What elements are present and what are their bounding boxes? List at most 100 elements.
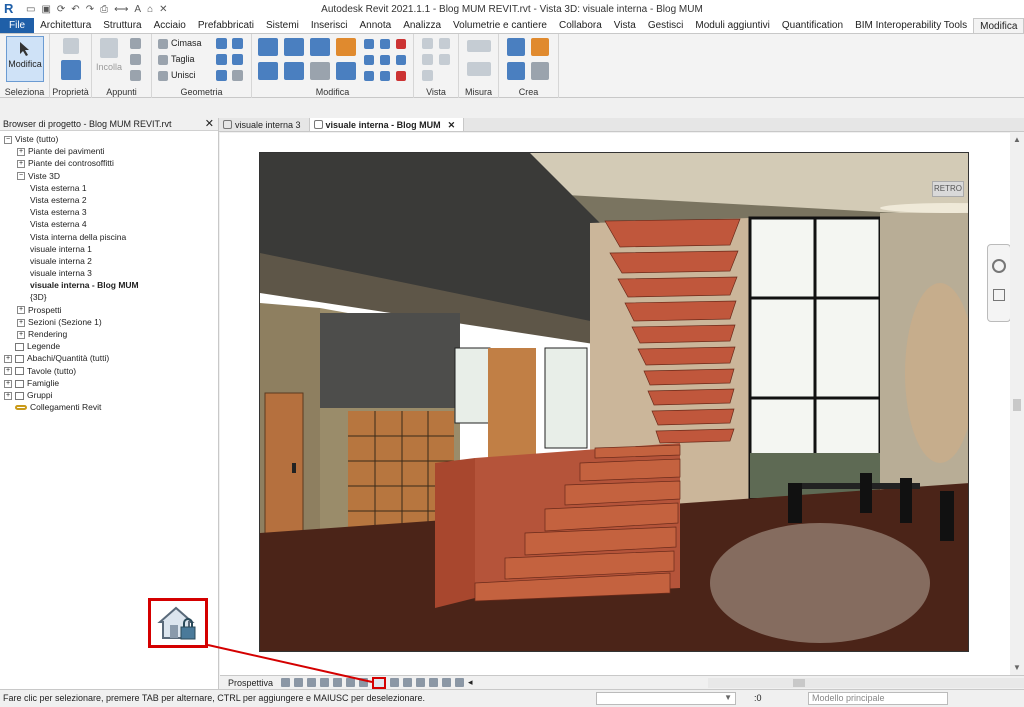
browser-tree-item[interactable]: + Prospetti [0, 304, 218, 316]
expand-icon[interactable]: + [4, 367, 12, 376]
revit-logo[interactable]: R [4, 2, 18, 16]
view-tab-visuale-interna-3[interactable]: visuale interna 3 [219, 118, 309, 131]
trim-icon[interactable] [336, 62, 356, 80]
modify-button[interactable]: Modifica [6, 36, 44, 82]
browser-tree-item[interactable]: visuale interna 1 [0, 243, 218, 255]
sun-path-icon[interactable] [307, 678, 317, 687]
offset-lines-icon[interactable] [380, 71, 390, 81]
ribbon-tab-acciaio[interactable]: Acciaio [148, 18, 192, 33]
close-hidden-icon[interactable]: ✕ [159, 4, 167, 15]
open-icon[interactable]: ▭ [26, 4, 35, 15]
offset-icon[interactable] [284, 38, 304, 56]
browser-tree-item[interactable]: Vista esterna 1 [0, 182, 218, 194]
align-icon[interactable] [258, 38, 278, 56]
expand-icon[interactable]: + [17, 306, 25, 315]
ribbon-tab-struttura[interactable]: Struttura [97, 18, 147, 33]
browser-tree-item[interactable]: Vista esterna 2 [0, 194, 218, 206]
rotate-icon[interactable] [310, 62, 330, 80]
hide-icon[interactable] [439, 38, 450, 49]
browser-tree-item[interactable]: Legende [0, 340, 218, 352]
measure-icon[interactable]: ⟷ [114, 4, 128, 15]
cut-geometry-button[interactable]: Taglia [171, 54, 195, 64]
array-icon[interactable] [364, 55, 374, 65]
properties-icon[interactable] [61, 60, 81, 80]
create-assembly-icon[interactable] [507, 38, 525, 56]
browser-tree-item[interactable]: + Sezioni (Sezione 1) [0, 316, 218, 328]
remove-paint-icon[interactable] [216, 70, 227, 81]
panel-label-seleziona[interactable]: Seleziona [0, 87, 49, 97]
collapse-icon[interactable]: − [4, 135, 12, 144]
ribbon-tab-prefabbricati[interactable]: Prefabbricati [192, 18, 260, 33]
ribbon-tab-bim-interoperability-tools[interactable]: BIM Interoperability Tools [849, 18, 973, 33]
analytical-model-icon[interactable] [442, 678, 452, 687]
browser-tree-item[interactable]: + Tavole (tutto) [0, 365, 218, 377]
expand-icon[interactable]: + [4, 355, 12, 364]
ribbon-tab-annota[interactable]: Annota [354, 18, 398, 33]
print-icon[interactable]: ⎙ [100, 4, 108, 15]
ribbon-tab-quantification[interactable]: Quantification [776, 18, 849, 33]
browser-tree-item[interactable]: Vista esterna 4 [0, 218, 218, 230]
shadows-icon[interactable] [320, 678, 330, 687]
create-parts-icon[interactable] [531, 38, 549, 56]
delete-icon[interactable] [396, 71, 406, 81]
browser-tree-item[interactable]: + Piante dei pavimenti [0, 145, 218, 157]
dimension-icon[interactable] [467, 62, 491, 76]
vertical-scrollbar[interactable]: ▲ ▼ [1010, 133, 1024, 675]
worksharing-display-icon[interactable] [429, 678, 439, 687]
ribbon-tab-modifica[interactable]: Modifica [973, 18, 1024, 33]
create-group-icon[interactable] [507, 62, 525, 80]
expand-icon[interactable]: + [4, 379, 12, 388]
viewcube[interactable]: RETRO [932, 181, 964, 197]
3d-view-icon[interactable]: ⌂ [147, 4, 153, 15]
mirror-draw-icon[interactable] [336, 38, 356, 56]
design-option-dropdown[interactable]: Modello principale [808, 692, 948, 705]
split-icon[interactable] [364, 39, 374, 49]
extend-icon[interactable] [396, 55, 406, 65]
browser-tree-item[interactable]: visuale interna - Blog MUM [0, 279, 218, 291]
lightbulb-icon[interactable] [422, 38, 433, 49]
ribbon-tab-architettura[interactable]: Architettura [34, 18, 97, 33]
expand-icon[interactable]: + [17, 160, 25, 169]
demolish-icon[interactable] [232, 54, 243, 65]
lock-3d-view-icon[interactable] [372, 676, 387, 689]
redo-icon[interactable]: ↷ [86, 4, 94, 15]
join-button[interactable]: Unisci [171, 70, 196, 80]
scrollbar-thumb[interactable] [1013, 399, 1021, 411]
similar-icon[interactable] [531, 62, 549, 80]
split-face-icon[interactable] [216, 38, 227, 49]
pin-icon[interactable] [380, 39, 390, 49]
browser-tree-item[interactable]: Vista esterna 3 [0, 206, 218, 218]
expand-icon[interactable]: + [4, 391, 12, 400]
drawing-area[interactable]: RETRO [220, 133, 1010, 675]
ribbon-tab-gestisci[interactable]: Gestisci [642, 18, 690, 33]
browser-tree-item[interactable]: {3D} [0, 291, 218, 303]
override-icon[interactable] [422, 54, 433, 65]
sync-icon[interactable]: ⟳ [57, 4, 65, 15]
crop-view-icon[interactable] [346, 678, 356, 687]
wall-joins-icon[interactable] [216, 54, 227, 65]
browser-tree-item[interactable]: Collegamenti Revit [0, 401, 218, 413]
copy-element-icon[interactable] [284, 62, 304, 80]
undo-icon[interactable]: ↶ [71, 4, 79, 15]
close-icon[interactable]: ✕ [205, 118, 214, 131]
3d-perspective-view[interactable]: RETRO [259, 152, 969, 652]
highlight-displacement-icon[interactable] [455, 678, 465, 687]
paint-icon[interactable] [232, 38, 243, 49]
scroll-up-icon[interactable]: ▲ [1013, 135, 1021, 144]
temporary-properties-icon[interactable] [416, 678, 426, 687]
browser-tree-item[interactable]: − Viste (tutto) [0, 133, 218, 145]
view-tab-blog-mum[interactable]: visuale interna - Blog MUM ✕ [308, 118, 465, 131]
ribbon-tab-inserisci[interactable]: Inserisci [305, 18, 354, 33]
mirror-axis-icon[interactable] [310, 38, 330, 56]
steering-wheel-icon[interactable] [992, 259, 1006, 273]
scroll-down-icon[interactable]: ▼ [1013, 663, 1021, 672]
save-icon[interactable]: ▣ [41, 4, 50, 15]
browser-tree-item[interactable]: + Rendering [0, 328, 218, 340]
unpin-icon[interactable] [396, 39, 406, 49]
hammer-icon[interactable] [232, 70, 243, 81]
ribbon-tab-file[interactable]: File [0, 18, 35, 33]
zoom-icon[interactable] [993, 289, 1005, 301]
cut-icon[interactable] [130, 38, 141, 49]
cope-button[interactable]: Cimasa [171, 38, 202, 48]
browser-tree-item[interactable]: + Piante dei controsoffitti [0, 157, 218, 169]
